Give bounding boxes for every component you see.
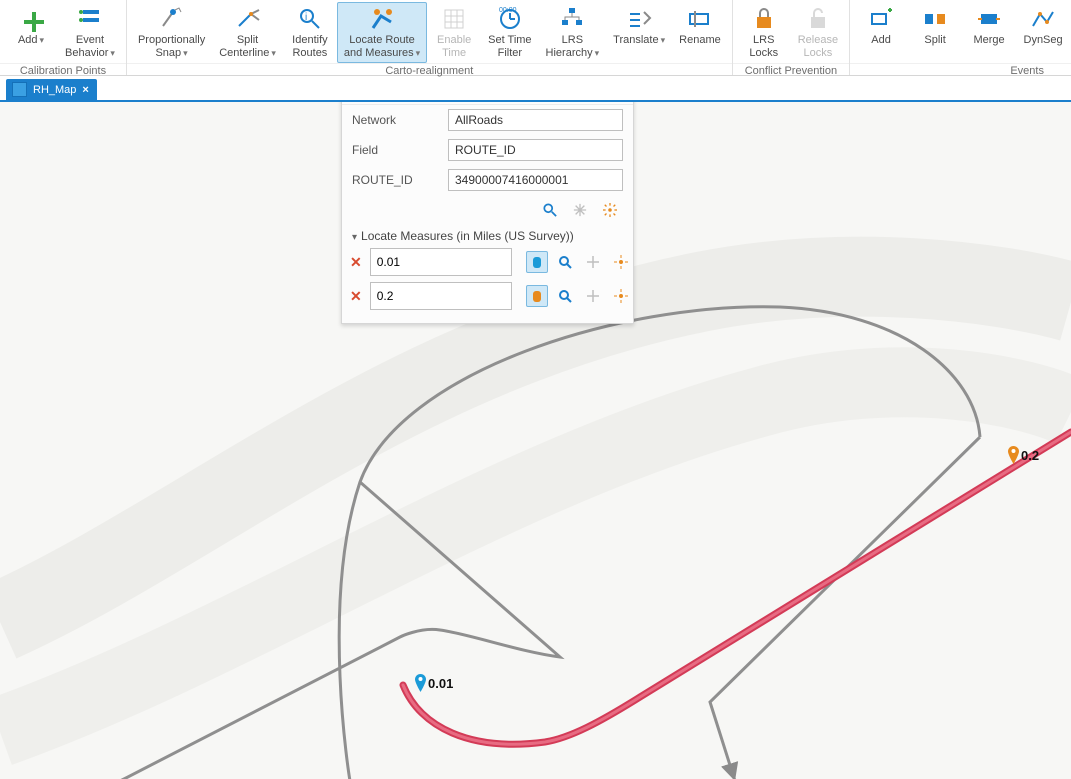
prop-snap-button[interactable]: ProportionallySnap▾ [131,2,212,63]
locate-route-panel: Locate Route Network AllRoads Field ROUT… [341,102,634,324]
zoom-icon[interactable] [554,251,576,273]
ribbon-group: AddSplitMergeDynSegReplaceConfigureRepla… [850,0,1071,75]
flash-icon[interactable] [610,285,632,307]
route-tools [342,195,633,223]
release-locks-button: ReleaseLocks [791,2,845,63]
map-view[interactable]: 0.01 0.2 Locate Route Network AllRoads Fi… [0,102,1071,779]
routeid-label: ROUTE_ID [352,173,442,187]
field-label: Field [352,143,442,157]
delete-icon[interactable]: ✕ [350,288,362,305]
routeid-select[interactable]: 34900007416000001 [448,169,623,191]
measure-row: ✕ [342,279,633,313]
map-icon [12,82,27,97]
ribbon-group-label: Events [850,63,1071,77]
add-calib-button[interactable]: Add▾ [4,2,58,50]
event-behavior-button[interactable]: EventBehavior▾ [58,2,122,63]
flash-icon[interactable] [599,199,621,221]
identify-routes-button[interactable]: iIdentifyRoutes [283,2,337,63]
measure-input[interactable] [370,248,512,276]
zoom-icon[interactable] [539,199,561,221]
document-tabstrip: RH_Map × [0,76,1071,102]
pin-icon [1008,446,1019,464]
field-select[interactable]: ROUTE_ID [448,139,623,161]
ribbon-group: Add▾EventBehavior▾Calibration Points [0,0,127,75]
chevron-down-icon: ▾ [352,232,357,243]
measures-section-header[interactable]: ▾Locate Measures (in Miles (US Survey)) [342,223,633,245]
pan-icon[interactable] [582,285,604,307]
select-on-map-icon[interactable] [526,251,548,273]
ev-add-button[interactable]: Add [854,2,908,50]
lrs-hierarchy-button[interactable]: LRSHierarchy▾ [539,2,607,63]
measure-row: ✕ [342,245,633,279]
translate-button[interactable]: Translate▾ [606,2,672,50]
lrs-locks-button[interactable]: LRSLocks [737,2,791,63]
ribbon-group-label: Conflict Prevention [733,63,849,77]
flash-icon[interactable] [610,251,632,273]
pan-icon[interactable] [569,199,591,221]
ribbon-group-label: Carto-realignment [127,63,732,77]
pin-icon [415,674,426,692]
rename-button[interactable]: Rename [672,2,728,50]
pan-icon[interactable] [582,251,604,273]
field-row: Field ROUTE_ID [342,135,633,165]
ribbon: Add▾EventBehavior▾Calibration PointsProp… [0,0,1071,76]
ev-merge-button[interactable]: Merge [962,2,1016,50]
map-marker: 0.01 [415,674,451,695]
delete-icon[interactable]: ✕ [350,254,362,271]
routeid-row: ROUTE_ID 34900007416000001 [342,165,633,195]
locate-route-button[interactable]: Locate Routeand Measures▾ [337,2,427,63]
enable-time-button: EnableTime [427,2,481,63]
svg-text:00:00: 00:00 [499,7,517,14]
ev-split-button[interactable]: Split [908,2,962,50]
close-icon[interactable]: × [82,84,88,96]
set-time-filter-button[interactable]: 00:00Set TimeFilter [481,2,538,63]
map-marker: 0.2 [1008,446,1037,467]
zoom-icon[interactable] [554,285,576,307]
ribbon-group-label: Calibration Points [0,63,126,77]
network-row: Network AllRoads [342,105,633,135]
select-on-map-icon[interactable] [526,285,548,307]
ribbon-group: ProportionallySnap▾SplitCenterline▾iIden… [127,0,733,75]
ribbon-group: LRSLocksReleaseLocksConflict Prevention [733,0,850,75]
ev-dynseg-button[interactable]: DynSeg [1016,2,1070,50]
svg-text:i: i [305,12,307,23]
map-tab[interactable]: RH_Map × [6,79,97,100]
map-tab-label: RH_Map [33,84,76,96]
network-select[interactable]: AllRoads [448,109,623,131]
measure-input[interactable] [370,282,512,310]
network-label: Network [352,113,442,127]
split-cl-button[interactable]: SplitCenterline▾ [212,2,283,63]
